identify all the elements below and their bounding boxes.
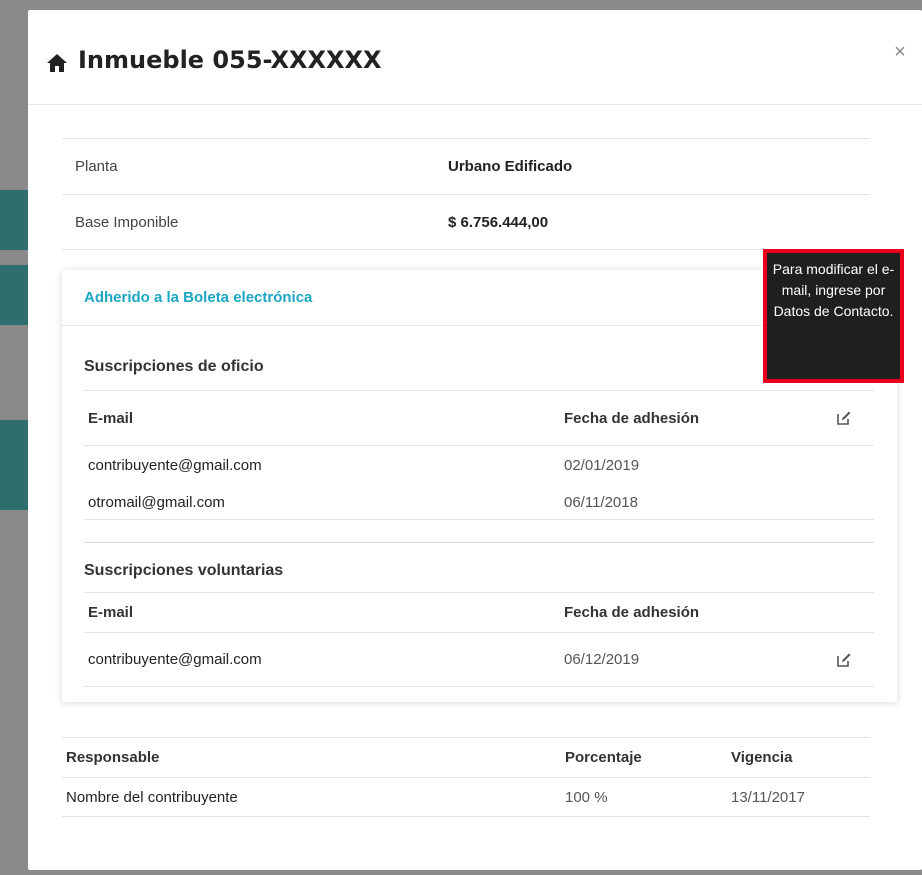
responsables-table: Responsable Porcentaje Vigencia Nombre d… — [62, 737, 870, 817]
background-sliver — [0, 190, 28, 250]
section-divider — [84, 542, 874, 543]
col-header-responsable: Responsable — [66, 749, 160, 766]
table-row: contribuyente@gmail.com 06/12/2019 — [84, 632, 874, 687]
edit-icon[interactable] — [836, 652, 852, 668]
voluntarias-title: Suscripciones voluntarias — [84, 562, 284, 579]
email-cell: contribuyente@gmail.com — [88, 651, 262, 668]
date-cell: 06/11/2018 — [564, 493, 638, 511]
email-cell: contribuyente@gmail.com — [88, 457, 262, 474]
modal-header: Inmueble 055-XXXXXX × — [28, 10, 922, 105]
col-header-email: E-mail — [88, 604, 134, 621]
email-cell: otromail@gmail.com — [88, 493, 225, 511]
col-header-porcentaje: Porcentaje — [565, 749, 642, 766]
panel-heading-label: Adherido a la Boleta electrónica — [84, 289, 313, 306]
info-row-base-imponible: Base Imponible $ 6.756.444,00 — [62, 194, 870, 250]
col-header-email: E-mail — [88, 409, 134, 427]
table-header-row: E-mail Fecha de adhesión — [84, 592, 874, 632]
edit-cell — [814, 652, 874, 668]
property-modal: Inmueble 055-XXXXXX × Planta Urbano Edif… — [28, 10, 922, 870]
background-sliver — [0, 420, 28, 510]
table-header-row: Responsable Porcentaje Vigencia — [62, 737, 870, 777]
table-row: Nombre del contribuyente 100 % 13/11/201… — [62, 777, 870, 817]
tooltip-highlight: Para modificar el e-mail, ingrese por Da… — [763, 249, 904, 383]
info-label: Base Imponible — [75, 213, 179, 231]
edit-icon[interactable] — [836, 410, 852, 426]
voluntarias-table: E-mail Fecha de adhesión contribuyente@g… — [84, 592, 874, 687]
col-header-date: Fecha de adhesión — [564, 604, 700, 621]
info-row-planta: Planta Urbano Edificado — [62, 138, 870, 194]
table-row: contribuyente@gmail.com 02/01/2019 — [84, 445, 874, 485]
info-label: Planta — [75, 158, 118, 175]
vigencia-cell: 13/11/2017 — [731, 788, 805, 806]
info-value: $ 6.756.444,00 — [448, 213, 549, 231]
col-header-vigencia: Vigencia — [731, 749, 793, 766]
col-header-date: Fecha de adhesión — [564, 409, 700, 427]
table-row: otromail@gmail.com 06/11/2018 — [84, 485, 874, 520]
oficio-title: Suscripciones de oficio — [84, 358, 264, 375]
home-icon — [47, 54, 67, 72]
date-cell: 06/12/2019 — [564, 651, 640, 668]
porcentaje-cell: 100 % — [565, 788, 608, 806]
date-cell: 02/01/2019 — [564, 457, 640, 474]
background-sliver — [0, 265, 28, 325]
close-icon[interactable]: × — [890, 42, 910, 62]
oficio-table: E-mail Fecha de adhesión contribuyente@g… — [84, 390, 874, 520]
responsable-cell: Nombre del contribuyente — [66, 788, 238, 806]
table-header-row: E-mail Fecha de adhesión — [84, 390, 874, 445]
info-value: Urbano Edificado — [448, 158, 573, 175]
property-info-table: Planta Urbano Edificado Base Imponible $… — [62, 138, 870, 250]
edit-cell — [814, 410, 874, 426]
tooltip-text: Para modificar el e-mail, ingrese por Da… — [772, 261, 895, 319]
modal-title: Inmueble 055-XXXXXX — [78, 46, 382, 74]
